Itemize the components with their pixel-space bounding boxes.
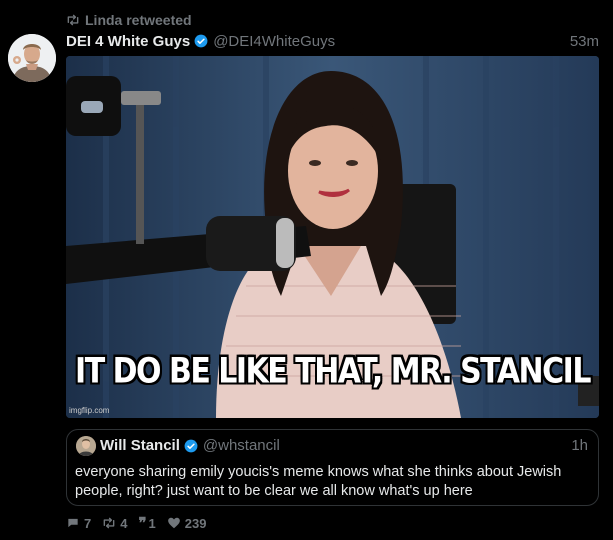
tweet-media-image[interactable]: IT DO BE LIKE THAT, MR. STANCIL imgflip.…: [66, 56, 599, 418]
quoted-tweet-text: everyone sharing emily youcis's meme kno…: [75, 464, 562, 499]
retweeted-by-label: Linda retweeted: [85, 12, 192, 28]
quote-icon: ❞: [138, 514, 146, 532]
quoted-tweet-header: Will Stancil @whstancil 1h: [100, 437, 588, 454]
tweet-timestamp[interactable]: 53m: [570, 33, 599, 50]
retweet-icon: [67, 14, 79, 26]
verified-badge-icon: [194, 34, 208, 48]
heart-icon: [167, 517, 180, 529]
retweet-icon: [103, 517, 115, 529]
verified-badge-icon: [184, 439, 198, 452]
tweet-header: DEI 4 White Guys @DEI4WhiteGuys 53m: [66, 31, 599, 51]
like-count: 239: [184, 515, 207, 531]
reply-count: 7: [84, 515, 92, 531]
reply-icon: [68, 518, 78, 528]
imgflip-watermark: imgflip.com: [69, 406, 110, 415]
author-avatar[interactable]: [8, 34, 56, 82]
quoted-tweet-timestamp[interactable]: 1h: [571, 437, 588, 454]
author-handle[interactable]: @DEI4WhiteGuys: [213, 33, 335, 50]
tweet-actions: 7 4 ❞ 1 239: [66, 514, 217, 532]
meme-caption: IT DO BE LIKE THAT, MR. STANCIL: [75, 351, 591, 392]
quote-count: 1: [148, 515, 156, 531]
quoted-author-display-name[interactable]: Will Stancil: [100, 437, 180, 454]
retweet-indicator[interactable]: Linda retweeted: [66, 12, 192, 28]
reply-button[interactable]: 7: [66, 516, 91, 531]
quoted-author-avatar: [76, 436, 96, 456]
quoted-author-handle[interactable]: @whstancil: [203, 437, 280, 454]
retweet-button[interactable]: 4: [102, 516, 127, 531]
quoted-tweet-card[interactable]: Will Stancil @whstancil 1h everyone shar…: [66, 429, 599, 506]
like-button[interactable]: 239: [167, 515, 207, 531]
quote-tweet-button[interactable]: ❞ 1: [138, 514, 155, 532]
author-display-name[interactable]: DEI 4 White Guys: [66, 33, 190, 50]
retweet-count: 4: [120, 515, 128, 531]
